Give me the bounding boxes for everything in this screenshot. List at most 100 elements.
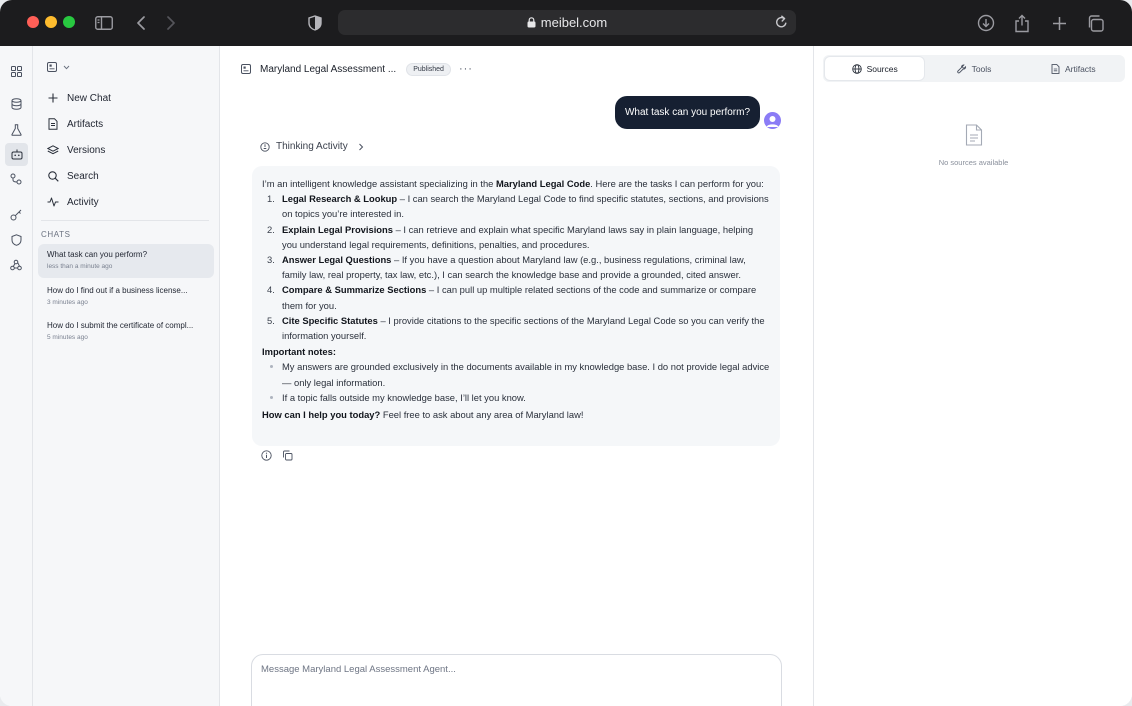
address-bar[interactable]: meibel.com	[338, 10, 796, 35]
list-number: 4.	[267, 284, 275, 296]
intro-text: . Here are the tasks I can perform for y…	[590, 178, 764, 189]
answer-closing: How can I help you today? Feel free to a…	[262, 407, 770, 422]
browser-window: meibel.com New Chat Artifacts Versions S…	[0, 0, 1132, 706]
url-text: meibel.com	[540, 15, 608, 30]
chat-main: Maryland Legal Assessment ... Published …	[221, 46, 813, 706]
notes-heading-text: Important notes:	[262, 346, 336, 358]
shield-icon[interactable]	[304, 12, 326, 34]
agent-icon	[241, 64, 251, 74]
context-panel: Sources Tools Artifacts No sources avail…	[813, 46, 1132, 706]
workflow-icon[interactable]	[7, 170, 25, 188]
shield-icon[interactable]	[7, 231, 25, 249]
nav-label: Versions	[67, 144, 106, 156]
nav-label: Search	[67, 170, 99, 182]
forward-icon[interactable]	[160, 12, 182, 34]
message-actions	[260, 449, 294, 462]
lock-icon	[527, 17, 536, 28]
thinking-activity-toggle[interactable]: Thinking Activity	[260, 141, 364, 152]
task-list-item: 1. Legal Research & Lookup – I can search…	[262, 191, 770, 221]
task-list-item: 2. Explain Legal Provisions – I can retri…	[262, 222, 770, 252]
chat-title: What task can you perform?	[47, 250, 148, 259]
flask-icon[interactable]	[7, 121, 25, 139]
tab-artifacts[interactable]: Artifacts	[1024, 57, 1123, 80]
nav-label: New Chat	[67, 92, 111, 104]
tab-overview-icon[interactable]	[1084, 12, 1106, 34]
agent-title: Maryland Legal Assessment ...	[260, 63, 397, 75]
bullet	[270, 365, 273, 369]
closing-bold: How can I help you today?	[262, 409, 381, 421]
tab-sources[interactable]: Sources	[825, 57, 925, 80]
chevron-right-icon	[358, 143, 363, 150]
empty-sources-state: No sources available	[814, 124, 1132, 167]
bot-icon[interactable]	[5, 143, 28, 166]
sidebar-divider	[41, 220, 209, 221]
new-tab-icon[interactable]	[1048, 12, 1070, 34]
downloads-icon[interactable]	[975, 12, 997, 34]
task-title: Explain Legal Provisions	[282, 223, 393, 235]
document-icon	[47, 118, 59, 130]
task-list-item: 4. Compare & Summarize Sections – I can p…	[262, 282, 770, 312]
chats-section-label: CHATS	[41, 230, 71, 239]
list-number: 1.	[267, 193, 275, 205]
chat-list-item[interactable]: How do I find out if a business license.…	[38, 280, 214, 314]
info-icon[interactable]	[260, 449, 273, 462]
key-icon[interactable]	[7, 206, 25, 224]
chat-list-item[interactable]: What task can you perform? less than a m…	[38, 244, 214, 278]
thinking-label: Thinking Activity	[276, 141, 348, 152]
document-icon	[965, 124, 982, 146]
chat-timestamp: 5 minutes ago	[47, 334, 88, 341]
chat-sidebar: New Chat Artifacts Versions Search Activ…	[33, 46, 220, 706]
thinking-icon	[260, 141, 270, 152]
list-number: 5.	[267, 314, 275, 326]
task-list-item: 5. Cite Specific Statutes – I provide cit…	[262, 313, 770, 343]
tab-label: Sources	[866, 63, 898, 74]
nav-activity[interactable]: Activity	[47, 192, 99, 212]
intro-text: I’m an intelligent knowledge assistant s…	[262, 178, 496, 189]
intro-bold: Maryland Legal Code	[496, 178, 591, 189]
agent-icon	[47, 62, 57, 72]
webhook-icon[interactable]	[7, 256, 25, 274]
closing-text: Feel free to ask about any area of Maryl…	[380, 409, 584, 421]
copy-icon[interactable]	[281, 449, 294, 462]
tab-label: Tools	[971, 63, 992, 74]
apps-grid-icon[interactable]	[7, 62, 25, 80]
nav-label: Artifacts	[67, 118, 104, 130]
note-list-item: My answers are grounded exclusively in t…	[262, 359, 770, 389]
browser-titlebar: meibel.com	[0, 0, 1132, 46]
message-input[interactable]: Message Maryland Legal Assessment Agent.…	[251, 654, 782, 706]
close-window-button[interactable]	[27, 16, 39, 28]
layers-icon	[47, 144, 59, 156]
nav-search[interactable]: Search	[47, 166, 99, 186]
tab-tools[interactable]: Tools	[924, 57, 1023, 80]
notes-heading: Important notes:	[262, 344, 770, 359]
more-options-icon[interactable]: ···	[459, 63, 473, 75]
note-text: If a topic falls outside my knowledge ba…	[282, 391, 526, 403]
plus-icon	[47, 92, 59, 104]
chat-title: How do I submit the certificate of compl…	[47, 321, 194, 330]
wrench-icon	[956, 64, 966, 73]
tab-label: Artifacts	[1064, 63, 1096, 74]
chat-list-item[interactable]: How do I submit the certificate of compl…	[38, 315, 214, 349]
reload-icon[interactable]	[775, 15, 788, 34]
workspace-switcher[interactable]	[47, 62, 70, 72]
panel-tabs: Sources Tools Artifacts	[823, 55, 1125, 82]
globe-icon	[851, 63, 862, 74]
nav-new-chat[interactable]: New Chat	[47, 88, 111, 108]
minimize-window-button[interactable]	[45, 16, 57, 28]
back-icon[interactable]	[130, 12, 152, 34]
avatar	[764, 112, 781, 129]
zoom-window-button[interactable]	[63, 16, 75, 28]
message-input-placeholder: Message Maryland Legal Assessment Agent.…	[261, 664, 456, 675]
list-number: 2.	[267, 223, 275, 235]
nav-artifacts[interactable]: Artifacts	[47, 114, 103, 134]
assistant-message: I’m an intelligent knowledge assistant s…	[252, 166, 780, 446]
sidebar-toggle-icon[interactable]	[93, 12, 115, 34]
nav-versions[interactable]: Versions	[47, 140, 105, 160]
task-title: Answer Legal Questions	[282, 254, 392, 266]
list-number: 3.	[267, 254, 275, 266]
database-icon[interactable]	[7, 95, 25, 113]
chat-title: How do I find out if a business license.…	[47, 286, 188, 295]
chat-timestamp: less than a minute ago	[47, 263, 113, 270]
share-icon[interactable]	[1011, 12, 1033, 34]
chevron-down-icon	[63, 65, 70, 69]
